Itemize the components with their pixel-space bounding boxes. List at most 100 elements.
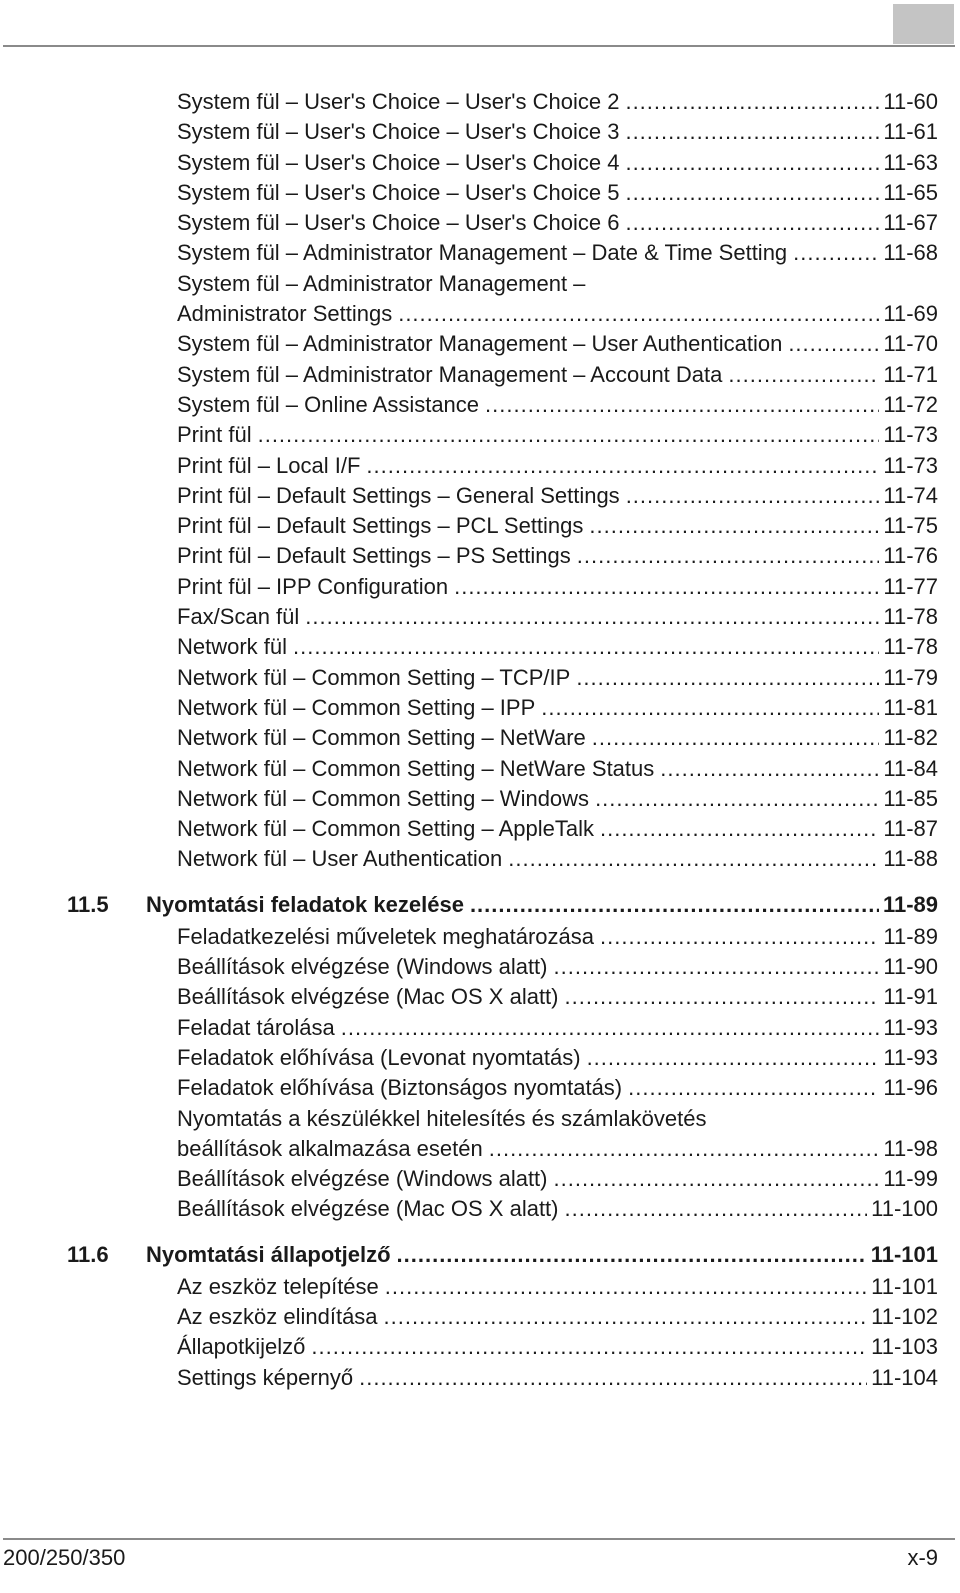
toc-entry[interactable]: Network fül – Common Setting – IPP 11-81 [0,693,960,723]
page-reference: 11-79 [883,664,938,690]
toc-entry-title: Feladat tárolása [177,1014,335,1040]
page-reference: 11-99 [883,1166,938,1192]
page-reference: 11-70 [883,331,938,357]
dot-leader [577,541,880,571]
toc-entry-title: Network fül – User Authentication [177,846,503,872]
page-reference: 11-104 [871,1364,938,1390]
toc-entry[interactable]: Print fül – IPP Configuration 11-77 [0,572,960,602]
toc-entry[interactable]: System fül – Administrator Management – A… [0,269,960,330]
section-title: Nyomtatási állapotjelző [146,1241,391,1267]
toc-entry[interactable]: System fül – User's Choice – User's Choi… [0,208,960,238]
toc-entry[interactable]: Feladatok előhívása (Levonat nyomtatás) 1… [0,1043,960,1073]
toc-entry[interactable]: Állapotkijelző 11-103 [0,1332,960,1362]
page-reference: 11-85 [883,785,938,811]
toc-entry-title: Beállítások elvégzése (Mac OS X alatt) [177,984,559,1010]
toc-entry[interactable]: System fül – Online Assistance 11-72 [0,390,960,420]
toc-entry[interactable]: Fax/Scan fül 11-78 [0,602,960,632]
toc-entry-title: Network fül [177,634,288,660]
toc-entry[interactable]: Print fül – Local I/F 11-73 [0,451,960,481]
dot-leader [359,1363,867,1393]
dot-leader [625,117,879,147]
page-reference: 11-90 [883,954,938,980]
toc-entry[interactable]: Feladat tárolása 11-93 [0,1013,960,1043]
toc-entry[interactable]: Settings képernyő 11-104 [0,1363,960,1393]
toc-entry[interactable]: Network fül – Common Setting – AppleTalk… [0,814,960,844]
dot-leader [592,723,880,753]
toc-entry-title: Beállítások elvégzése (Mac OS X alatt) [177,1196,559,1222]
page-reference: 11-84 [883,755,938,781]
dot-leader [293,632,879,662]
toc-entry-title-line: Nyomtatás a készülékkel hitelesítés és s… [177,1105,707,1131]
toc-entry-title: System fül – User's Choice – User's Choi… [177,119,620,145]
toc-entry[interactable]: Print fül – Default Settings – PS Settin… [0,541,960,571]
toc-entry[interactable]: Network fül – Common Setting – Windows 11… [0,784,960,814]
toc-entry[interactable]: System fül – Administrator Management – … [0,360,960,390]
toc-entry-title: System fül – Administrator Management – … [177,240,788,266]
toc-entry[interactable]: Network fül 11-78 [0,632,960,662]
toc-entry-title: System fül – User's Choice – User's Choi… [177,149,620,175]
toc-entry[interactable]: Beállítások elvégzése (Mac OS X alatt) 11… [0,982,960,1012]
toc-entry-title: Network fül – Common Setting – AppleTalk [177,816,594,842]
toc-entry[interactable]: System fül – Administrator Management – … [0,238,960,268]
toc-entry[interactable]: Network fül – Common Setting – NetWare 11… [0,723,960,753]
toc-entry-title: Print fül – Default Settings – PS Settin… [177,543,571,569]
toc-entry[interactable]: Az eszköz telepítése 11-101 [0,1272,960,1302]
header-rule [3,45,955,47]
toc-entry[interactable]: Network fül – User Authentication 11-88 [0,844,960,874]
toc-entry[interactable]: Beállítások elvégzése (Mac OS X alatt) 11… [0,1194,960,1224]
section-number: 11.6 [67,1241,109,1267]
dot-leader [305,602,879,632]
toc-entry[interactable]: System fül – User's Choice – User's Choi… [0,87,960,117]
toc-entry[interactable]: Beállítások elvégzése (Windows alatt) 11-… [0,1164,960,1194]
page-reference: 11-72 [883,391,938,417]
dot-leader [728,360,879,390]
toc-entry[interactable]: System fül – Administrator Management – … [0,329,960,359]
toc-entry[interactable]: Beállítások elvégzése (Windows alatt) 11-… [0,952,960,982]
dot-leader [454,572,879,602]
toc-entry[interactable]: Feladatkezelési műveletek meghatározása 1… [0,922,960,952]
dot-leader [625,178,879,208]
toc-section[interactable]: 11.6 Nyomtatási állapotjelző 11-101 [0,1238,960,1272]
dot-leader [341,1013,880,1043]
toc-section[interactable]: 11.5 Nyomtatási feladatok kezelése 11-89 [0,888,960,922]
page-reference: 11-101 [870,1241,938,1267]
dot-leader [595,784,879,814]
toc-entry[interactable]: Network fül – Common Setting – TCP/IP 11-… [0,663,960,693]
toc-entry-title: Feladatok előhívása (Levonat nyomtatás) [177,1044,581,1070]
toc-entry[interactable]: Az eszköz elindítása 11-102 [0,1302,960,1332]
page-reference: 11-89 [883,923,938,949]
toc-entry[interactable]: Network fül – Common Setting – NetWare S… [0,754,960,784]
page-reference: 11-82 [883,725,938,751]
toc-entry[interactable]: System fül – User's Choice – User's Choi… [0,117,960,147]
dot-leader [366,451,879,481]
dot-leader [788,329,879,359]
page-reference: 11-93 [883,1044,938,1070]
page-reference: 11-67 [883,210,938,236]
dot-leader [398,299,879,329]
dot-leader [554,1164,880,1194]
page-reference: 11-78 [883,604,938,630]
toc-entry-title: Print fül – IPP Configuration [177,573,449,599]
footer-rule [3,1538,955,1540]
toc-entry[interactable]: Feladatok előhívása (Biztonságos nyomtat… [0,1073,960,1103]
dot-leader [470,888,879,921]
toc-entry-title: Print fül – Default Settings – General S… [177,482,620,508]
dot-leader [576,663,879,693]
dot-leader [600,922,879,952]
dot-leader [600,814,879,844]
dot-leader [311,1332,867,1362]
page-reference: 11-87 [883,816,938,842]
toc-entry[interactable]: Print fül – Default Settings – General S… [0,481,960,511]
footer-page-number: x-9 [907,1545,938,1570]
toc-entry-title: Feladatkezelési műveletek meghatározása [177,923,595,949]
footer-model: 200/250/350 [3,1545,126,1570]
page-reference: 11-63 [883,149,938,175]
toc-entry[interactable]: System fül – User's Choice – User's Choi… [0,148,960,178]
page-reference: 11-101 [871,1273,938,1299]
toc-entry[interactable]: Nyomtatás a készülékkel hitelesítés és s… [0,1104,960,1165]
toc-entry[interactable]: System fül – User's Choice – User's Choi… [0,178,960,208]
toc-entry[interactable]: Print fül 11-73 [0,420,960,450]
toc-entry[interactable]: Print fül – Default Settings – PCL Setti… [0,511,960,541]
toc-entry-title: Print fül – Default Settings – PCL Setti… [177,513,584,539]
toc-entry-title: Beállítások elvégzése (Windows alatt) [177,954,548,980]
